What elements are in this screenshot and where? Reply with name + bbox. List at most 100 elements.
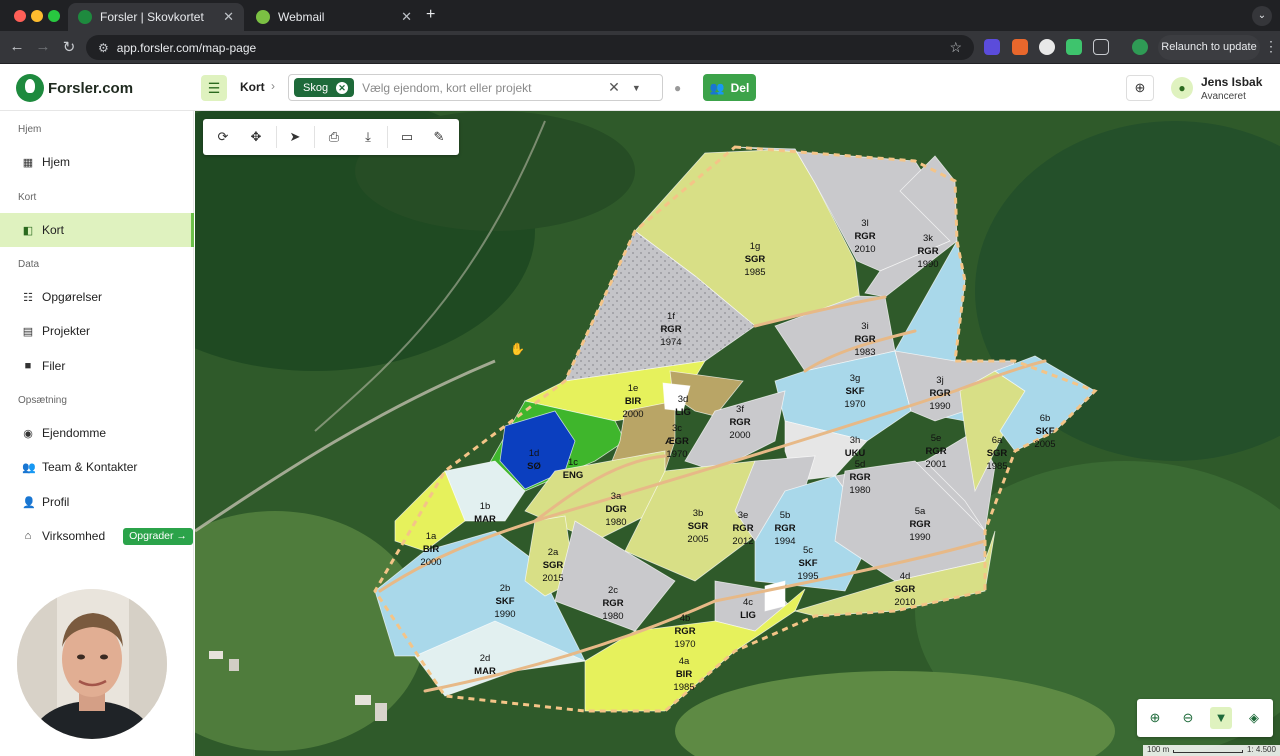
stand-label-line: RGR <box>849 472 870 483</box>
new-tab-icon[interactable]: + <box>426 6 435 24</box>
stand-label-line: 1990 <box>917 259 938 270</box>
sidebar-item-projekter[interactable]: ▤ Projekter <box>0 314 194 348</box>
extensions-puzzle-icon[interactable] <box>1093 39 1109 55</box>
stand-label-line: 1980 <box>602 611 623 622</box>
back-icon[interactable]: ← <box>8 38 26 55</box>
section-title-opsaetning: Opsætning <box>18 395 67 406</box>
sidebar-item-label: Opgørelser <box>42 290 103 304</box>
stand-label-line: 3h <box>850 435 861 446</box>
extension-icon[interactable] <box>1012 39 1028 55</box>
property-search[interactable]: Skog ✕ ✕ ▼ <box>288 74 663 101</box>
ruler-icon[interactable]: ▭ <box>397 127 417 147</box>
close-tab-icon[interactable]: ✕ <box>401 9 412 25</box>
stand-label-line: BIR <box>676 669 693 680</box>
people-icon: 👥 <box>709 80 725 95</box>
forsler-logo[interactable]: Forsler.com <box>16 74 133 102</box>
close-window-button[interactable] <box>14 10 26 22</box>
draw-area-icon[interactable]: ✎ <box>429 127 449 147</box>
stand-label-line: 2010 <box>894 597 915 608</box>
stand-label-line: 1980 <box>605 517 626 528</box>
stand-label-line: 1995 <box>797 571 818 582</box>
sidebar-item-opgorelser[interactable]: ☷ Opgørelser <box>0 280 194 314</box>
sidebar-item-kort[interactable]: ◧ Kort <box>0 213 194 247</box>
stand-label-line: 1983 <box>854 347 875 358</box>
user-avatar-icon[interactable]: ● <box>1171 77 1193 99</box>
stand-label-line: 5a <box>915 506 926 517</box>
filter-icon[interactable]: ▼ <box>1210 707 1232 729</box>
tab-search-icon[interactable]: ⌄ <box>1252 6 1272 26</box>
print-icon[interactable]: ⎙ <box>324 127 344 147</box>
extension-icon[interactable] <box>984 39 1000 55</box>
sidebar-item-hjem[interactable]: ▦ Hjem <box>0 145 194 179</box>
stand-label-line: RGR <box>674 626 695 637</box>
sidebar-item-label: Profil <box>42 495 70 509</box>
stand-label-line: ÆGR <box>665 436 689 447</box>
remove-chip-icon[interactable]: ✕ <box>336 81 349 94</box>
stand-label-line: 5b <box>780 510 791 521</box>
scale-bar-graphic <box>1173 750 1243 753</box>
layers-icon[interactable]: ◈ <box>1243 707 1265 729</box>
stand-label-line: RGR <box>909 519 930 530</box>
stand-4c[interactable] <box>764 580 786 612</box>
location-pin-icon[interactable]: ● <box>674 81 681 95</box>
close-tab-icon[interactable]: ✕ <box>223 9 234 25</box>
forward-icon[interactable]: → <box>34 38 52 55</box>
dropdown-arrow-icon[interactable]: ▼ <box>632 83 641 93</box>
zoom-out-icon[interactable]: ⊖ <box>1177 707 1199 729</box>
stand-label-line: 2d <box>480 653 491 664</box>
download-icon[interactable]: ⤓ <box>358 127 378 147</box>
stand-label-line: 3i <box>861 321 868 332</box>
stand-label-line: 5c <box>803 545 813 556</box>
sidebar-item-label: Ejendomme <box>42 426 107 440</box>
zoom-in-icon[interactable]: ⊕ <box>1144 707 1166 729</box>
browser-menu-icon[interactable]: ⋮ <box>1264 38 1278 55</box>
stand-label-line: 6a <box>992 435 1003 446</box>
stand-label-line: 2b <box>500 583 511 594</box>
section-title-data: Data <box>18 259 40 270</box>
search-input[interactable] <box>362 80 603 95</box>
navigation-arrow-icon[interactable]: ➤ <box>285 127 305 147</box>
breadcrumb[interactable]: Kort <box>240 80 265 94</box>
share-button[interactable]: 👥 Del <box>703 74 756 101</box>
maximize-window-button[interactable] <box>48 10 60 22</box>
extension-icon[interactable] <box>1039 39 1055 55</box>
stand-label-line: RGR <box>729 417 750 428</box>
extension-icon[interactable] <box>1066 39 1082 55</box>
sidebar-item-label: Virksomhed <box>42 529 106 543</box>
site-info-icon[interactable]: ⚙ <box>98 41 109 55</box>
stand-label-line: 1990 <box>929 401 950 412</box>
sidebar-item-filer[interactable]: ■ Filer <box>0 349 194 383</box>
forest-map[interactable]: 1a BIR 2000 1b MAR 1c ENG 1d SØ 1e BIR 2000 1f RGR 197… <box>195 111 1280 756</box>
stand-label-line: BIR <box>423 544 440 555</box>
pan-arrows-icon[interactable]: ✥ <box>246 127 266 147</box>
bookmark-star-icon[interactable]: ☆ <box>949 39 962 56</box>
browser-tab-webmail[interactable]: Webmail ✕ <box>246 3 422 31</box>
profile-icon[interactable] <box>1132 39 1148 55</box>
language-globe-icon[interactable]: ⊕ <box>1126 75 1154 101</box>
rotate-icon[interactable]: ⟳ <box>213 127 233 147</box>
map-scale: 100 m 1: 4.500 <box>1143 745 1280 756</box>
sidebar-item-virksomhed[interactable]: ⌂ Virksomhed Opgrader → <box>0 519 194 553</box>
user-name[interactable]: Jens Isbak <box>1201 75 1262 89</box>
sidebar-item-team-kontakter[interactable]: 👥 Team & Kontakter <box>0 450 194 484</box>
filter-chip-skog[interactable]: Skog ✕ <box>294 78 355 97</box>
address-bar[interactable]: ⚙ app.forsler.com/map-page ☆ <box>86 35 974 60</box>
stand-label-line: 1974 <box>660 337 681 348</box>
menu-toggle-icon[interactable]: ☰ <box>201 75 227 101</box>
sidebar-item-label: Projekter <box>42 324 91 338</box>
pin-icon: ◉ <box>23 427 33 440</box>
reload-icon[interactable]: ↻ <box>60 38 78 56</box>
map-canvas[interactable]: 1a BIR 2000 1b MAR 1c ENG 1d SØ 1e BIR 2000 1f RGR 197… <box>195 111 1280 756</box>
upgrade-button[interactable]: Opgrader → <box>123 527 193 545</box>
tab-title: Forsler | Skovkortet <box>100 10 204 24</box>
stand-label-line: 2001 <box>925 459 946 470</box>
stand-label-line: 2010 <box>854 244 875 255</box>
browser-tab-forsler[interactable]: Forsler | Skovkortet ✕ <box>68 3 244 31</box>
clear-search-icon[interactable]: ✕ <box>608 79 620 96</box>
sidebar-item-profil[interactable]: 👤 Profil <box>0 485 194 519</box>
stand-label-line: 1b <box>480 501 491 512</box>
relaunch-button[interactable]: Relaunch to update <box>1158 35 1260 60</box>
minimize-window-button[interactable] <box>31 10 43 22</box>
section-title-kort: Kort <box>18 192 37 203</box>
sidebar-item-ejendomme[interactable]: ◉ Ejendomme <box>0 416 194 450</box>
